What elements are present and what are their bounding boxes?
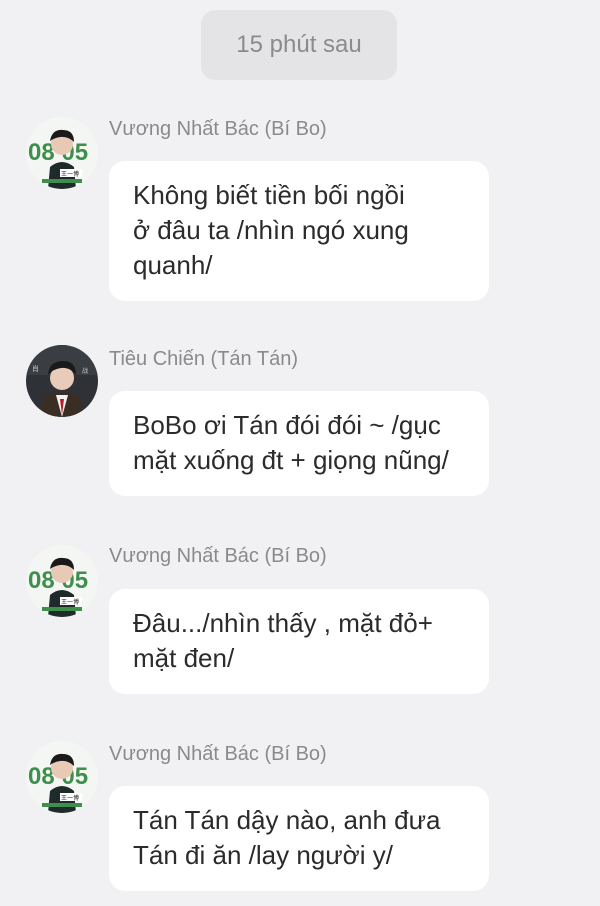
message-bubble[interactable]: Đâu.../nhìn thấy , mặt đỏ+ mặt đen/ (109, 589, 489, 694)
message-line: Đâu.../nhìn thấy , mặt đỏ+ (133, 608, 433, 638)
message-line: quanh/ (133, 250, 213, 280)
avatar-caption-text: 王一博 (61, 598, 79, 606)
avatar-image: 肖 战 (26, 345, 98, 417)
avatar-wang-yibo[interactable]: 08 05 王一博 (26, 545, 98, 617)
svg-text:战: 战 (82, 367, 88, 375)
message-bubble[interactable]: Không biết tiền bối ngồi ở đâu ta /nhìn … (109, 161, 489, 301)
sender-name: Tiêu Chiến (Tán Tán) (109, 348, 298, 370)
message-line: mặt đen/ (133, 643, 235, 673)
sender-name: Vương Nhất Bác (Bí Bo) (109, 743, 327, 765)
message-line: Tán đi ăn /lay người y/ (133, 840, 393, 870)
message-line: BoBo ơi Tán đói đói ~ /gục (133, 410, 441, 440)
message-line: Tán Tán dậy nào, anh đưa (133, 805, 441, 835)
sender-name: Vương Nhất Bác (Bí Bo) (109, 545, 327, 567)
avatar-wang-yibo[interactable]: 08 05 王一博 (26, 741, 98, 813)
avatar-image: 08 05 王一博 (26, 545, 98, 617)
message-line: ở đâu ta /nhìn ngó xung (133, 215, 409, 245)
message-bubble[interactable]: BoBo ơi Tán đói đói ~ /gục mặt xuống đt … (109, 391, 489, 496)
message-bubble[interactable]: Tán Tán dậy nào, anh đưa Tán đi ăn /lay … (109, 786, 489, 891)
chat-thread[interactable]: 15 phút sau 08 05 王一博 Vương Nhất Bác (Bí… (0, 0, 600, 906)
avatar-caption-text: 王一博 (61, 170, 79, 178)
avatar-caption-text: 王一博 (61, 794, 79, 802)
message-line: mặt xuống đt + giọng nũng/ (133, 445, 449, 475)
message-line: Không biết tiền bối ngồi (133, 180, 405, 210)
svg-text:肖: 肖 (32, 364, 39, 373)
avatar-image: 08 05 王一博 (26, 117, 98, 189)
avatar-xiao-zhan[interactable]: 肖 战 (26, 345, 98, 417)
sender-name: Vương Nhất Bác (Bí Bo) (109, 118, 327, 140)
avatar-wang-yibo[interactable]: 08 05 王一博 (26, 117, 98, 189)
avatar-image: 08 05 王一博 (26, 741, 98, 813)
time-separator: 15 phút sau (201, 10, 397, 80)
